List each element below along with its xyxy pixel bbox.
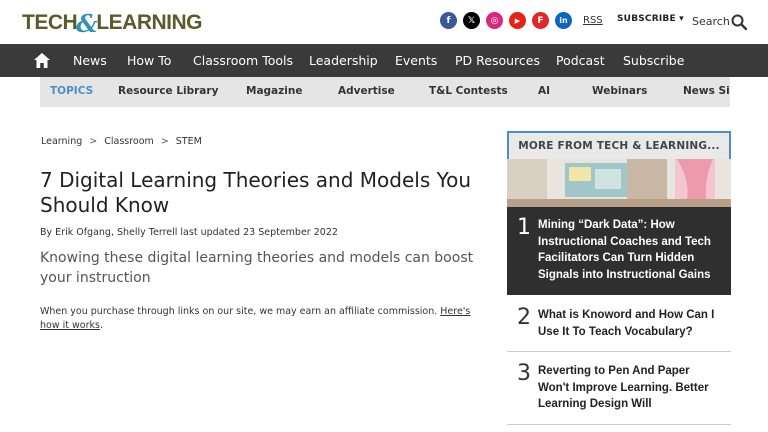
topic-tl-contests[interactable]: T&L Contests: [429, 85, 508, 97]
featured-story-title[interactable]: Mining “Dark Data”: How Instructional Co…: [538, 217, 724, 283]
sidebar-story-title[interactable]: Reverting to Pen And Paper Won't Improve…: [538, 363, 724, 413]
more-from-heading: MORE FROM TECH & LEARNING...: [507, 131, 731, 159]
logo-text-learning: LEARNING: [96, 11, 203, 34]
nav-item-news[interactable]: News: [73, 53, 107, 68]
topic-resource-library[interactable]: Resource Library: [118, 85, 218, 97]
article-title: 7 Digital Learning Theories and Models Y…: [40, 168, 472, 217]
featured-story[interactable]: 1 Mining “Dark Data”: How Instructional …: [507, 207, 731, 295]
topics-bar: TOPICS Resource Library Magazine Adverti…: [40, 77, 730, 107]
topic-news-sig[interactable]: News Sig: [683, 85, 730, 97]
instagram-icon[interactable]: ◎: [486, 12, 503, 29]
nav-item-pd-resources[interactable]: PD Resources: [455, 53, 540, 68]
logo-ampersand: &: [76, 8, 98, 38]
topics-label: TOPICS: [50, 85, 94, 97]
youtube-icon[interactable]: ▶: [509, 12, 526, 29]
nav-item-how-to[interactable]: How To: [127, 53, 171, 68]
topic-ai[interactable]: AI: [538, 85, 550, 97]
nav-item-events[interactable]: Events: [395, 53, 437, 68]
breadcrumb-separator: >: [160, 136, 169, 147]
breadcrumb-learning[interactable]: Learning: [41, 136, 82, 147]
affiliate-disclosure: When you purchase through links on our s…: [40, 305, 490, 333]
topic-magazine[interactable]: Magazine: [246, 85, 302, 97]
sidebar-story-title[interactable]: What is Knoword and How Can I Use It To …: [538, 307, 724, 340]
rss-link[interactable]: RSS: [583, 15, 603, 26]
main-nav: News How To Classroom Tools Leadership E…: [0, 44, 768, 77]
facebook-icon[interactable]: f: [440, 12, 457, 29]
sidebar-divider: [507, 424, 731, 425]
logo-text-tech: TECH: [22, 11, 78, 34]
featured-image-illustration: [507, 159, 731, 207]
sidebar-story-number: 3: [517, 361, 531, 386]
topic-webinars[interactable]: Webinars: [592, 85, 647, 97]
sidebar-divider: [507, 351, 731, 352]
nav-item-subscribe[interactable]: Subscribe: [623, 53, 684, 68]
breadcrumb-stem[interactable]: STEM: [176, 136, 202, 147]
more-from-heading-text: MORE FROM TECH & LEARNING...: [518, 140, 720, 152]
article-strapline: Knowing these digital learning theories …: [40, 250, 474, 286]
search-icon[interactable]: [731, 14, 747, 30]
featured-story-image[interactable]: [507, 159, 731, 207]
social-links: f 𝕏 ◎ ▶ F in: [440, 12, 572, 29]
x-icon[interactable]: 𝕏: [463, 12, 480, 29]
breadcrumb: Learning > Classroom > STEM: [41, 136, 202, 147]
featured-story-number: 1: [517, 215, 531, 240]
nav-item-classroom-tools[interactable]: Classroom Tools: [193, 53, 293, 68]
home-icon[interactable]: [34, 53, 50, 68]
breadcrumb-separator: >: [89, 136, 98, 147]
affiliate-period: .: [99, 320, 103, 331]
site-logo[interactable]: TECH & LEARNING: [22, 8, 203, 38]
site-header: TECH & LEARNING f 𝕏 ◎ ▶ F in RSS SUBSCRIBE…: [0, 0, 768, 44]
nav-item-podcast[interactable]: Podcast: [556, 53, 605, 68]
search-label[interactable]: Search: [692, 15, 730, 28]
linkedin-icon[interactable]: in: [555, 12, 572, 29]
subscribe-dropdown[interactable]: SUBSCRIBE ▾: [617, 14, 684, 24]
article-byline: By Erik Ofgang, Shelly Terrell last upda…: [40, 227, 338, 238]
nav-item-leadership[interactable]: Leadership: [309, 53, 378, 68]
affiliate-text: When you purchase through links on our s…: [40, 306, 441, 317]
flipboard-icon[interactable]: F: [532, 12, 549, 29]
sidebar-story-number: 2: [517, 305, 531, 330]
breadcrumb-classroom[interactable]: Classroom: [104, 136, 154, 147]
topic-advertise[interactable]: Advertise: [338, 85, 395, 97]
